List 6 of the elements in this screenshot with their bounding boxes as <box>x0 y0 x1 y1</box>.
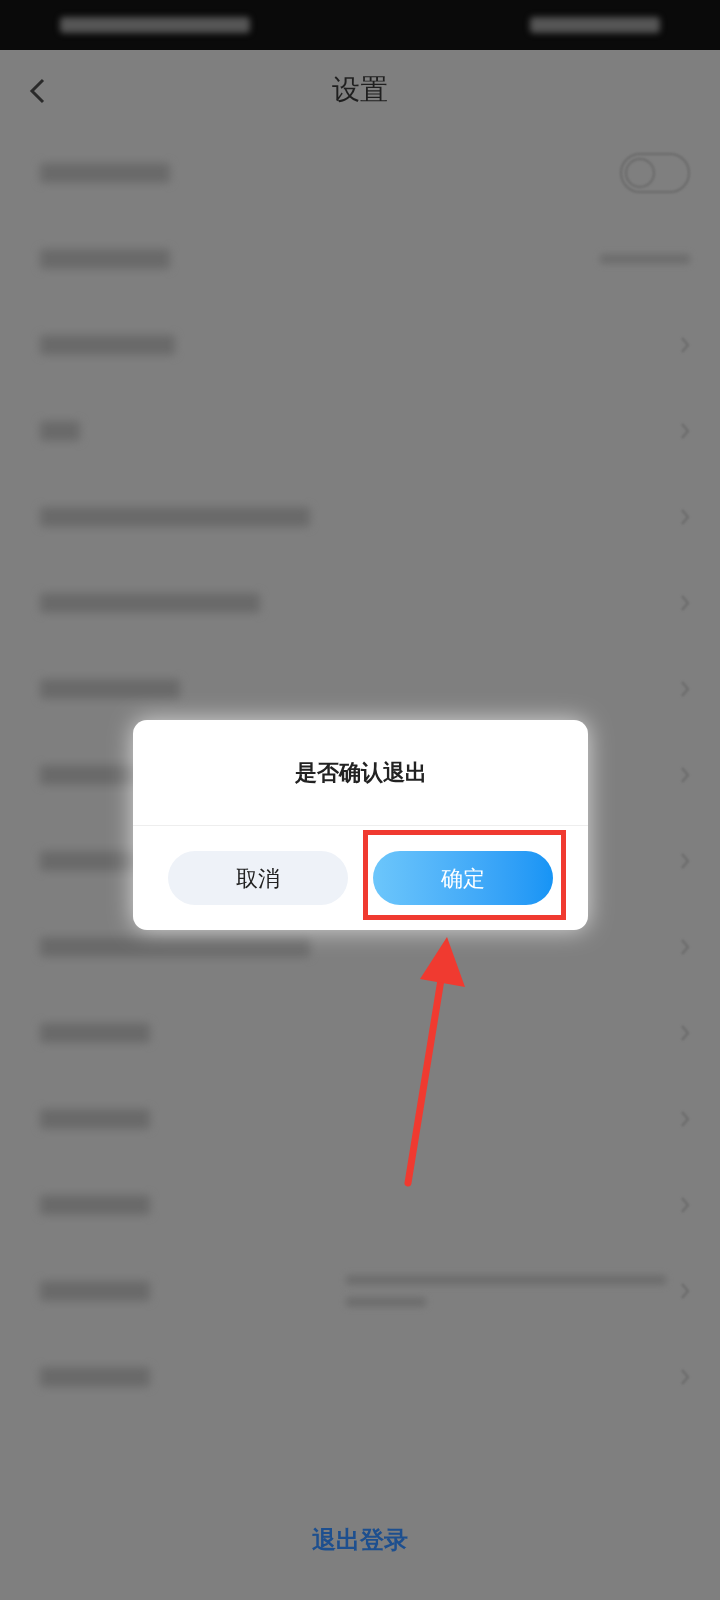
back-icon[interactable] <box>28 78 46 104</box>
logout-button[interactable]: 退出登录 <box>312 1522 408 1558</box>
confirm-button[interactable]: 确定 <box>373 851 553 905</box>
page-title: 设置 <box>332 72 388 108</box>
cancel-button[interactable]: 取消 <box>168 851 348 905</box>
dialog-title: 是否确认退出 <box>133 720 588 826</box>
